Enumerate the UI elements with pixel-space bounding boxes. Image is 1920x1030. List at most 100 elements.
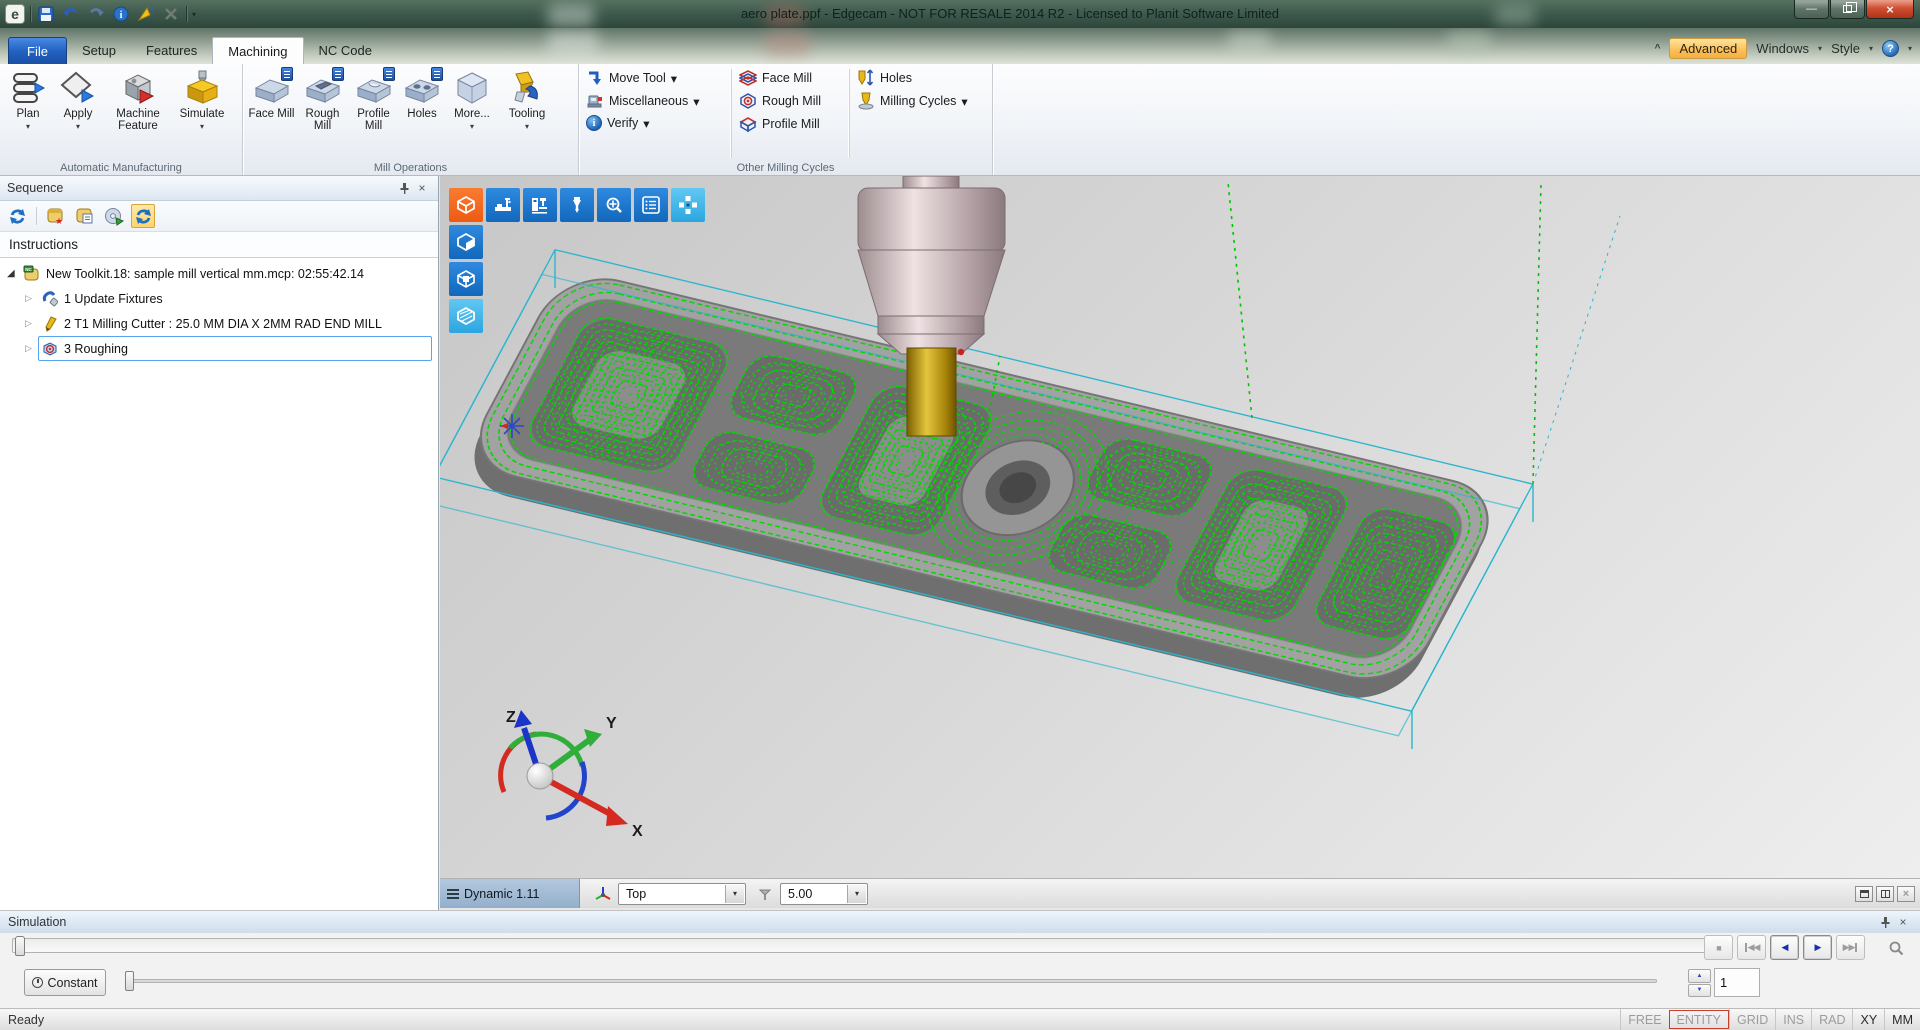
simulate-button[interactable]: Simulate ▾ <box>173 67 231 133</box>
close-panel-icon[interactable]: × <box>413 180 431 196</box>
step-count-field[interactable]: 1 <box>1714 968 1760 997</box>
save-sequence-icon[interactable] <box>102 204 126 228</box>
tooling-dropdown-icon[interactable]: ▾ <box>525 121 529 133</box>
save-icon[interactable] <box>36 4 56 24</box>
chevron-down-icon[interactable]: ▾ <box>725 885 744 903</box>
tab-machining[interactable]: Machining <box>212 37 303 64</box>
move-tool-button[interactable]: Move Tool ▾ <box>586 69 724 87</box>
more-cycles-button[interactable]: More... ▾ <box>445 67 499 133</box>
flag-grid[interactable]: GRID <box>1729 1009 1775 1030</box>
zoom-search-button[interactable] <box>1881 935 1910 960</box>
face-mill-small-button[interactable]: Face Mill <box>739 69 842 87</box>
close-view-button[interactable]: × <box>1897 886 1915 902</box>
viewport-3d-scene[interactable]: Z Y X <box>440 176 1920 878</box>
pin-icon[interactable] <box>395 180 413 196</box>
verify-dropdown-icon[interactable]: ▾ <box>643 116 649 131</box>
regenerate-icon[interactable] <box>5 204 29 228</box>
undo-icon[interactable] <box>61 4 81 24</box>
plan-dropdown-icon[interactable]: ▾ <box>26 121 30 133</box>
restore-button[interactable] <box>1830 0 1865 19</box>
sequence-new-icon[interactable]: ★ <box>44 204 68 228</box>
split-horizontal-button[interactable] <box>1855 886 1873 902</box>
collapse-icon[interactable]: ▷ <box>25 343 35 354</box>
tree-row-update-fixtures[interactable]: ▷ 1 Update Fixtures <box>0 286 438 311</box>
style-menu[interactable]: Style <box>1831 41 1860 56</box>
holes-small-button[interactable]: Holes <box>857 69 980 87</box>
wireframe-view-icon[interactable] <box>449 262 483 296</box>
shaded-view-icon[interactable] <box>449 225 483 259</box>
simulation-progress-slider[interactable] <box>12 938 1724 953</box>
milling-cycles-button[interactable]: Milling Cycles ▾ <box>857 92 980 110</box>
verify-button[interactable]: i Verify ▾ <box>586 115 724 131</box>
split-vertical-button[interactable] <box>1876 886 1894 902</box>
face-mill-button[interactable]: Face Mill <box>246 67 297 120</box>
skip-to-start-button[interactable]: ◀◀ <box>1737 935 1766 960</box>
view-orientation-select[interactable]: Top ▾ <box>618 883 746 905</box>
flag-xy[interactable]: XY <box>1852 1009 1884 1030</box>
profile-mill-small-button[interactable]: Profile Mill <box>739 115 842 133</box>
minimize-button[interactable]: — <box>1794 0 1829 19</box>
flag-mm[interactable]: MM <box>1884 1009 1920 1030</box>
machine-setup-icon[interactable] <box>486 188 520 222</box>
viewport[interactable]: Z Y X <box>440 176 1920 878</box>
flag-free[interactable]: FREE <box>1620 1009 1668 1030</box>
tree-row-milling-cutter[interactable]: ▷ 2 T1 Milling Cutter : 25.0 MM DIA X 2M… <box>0 311 438 336</box>
collapse-icon[interactable]: ▷ <box>25 318 35 329</box>
tooling-button[interactable]: Tooling ▾ <box>499 67 555 133</box>
chevron-down-icon[interactable]: ▾ <box>847 885 866 903</box>
zoom-extents-icon[interactable] <box>597 188 631 222</box>
machine-feature-button[interactable]: Machine Feature <box>103 67 173 132</box>
aero-plate-part[interactable] <box>440 250 1533 736</box>
simulate-dropdown-icon[interactable]: ▾ <box>200 121 204 133</box>
tab-setup[interactable]: Setup <box>67 37 131 64</box>
collapse-ribbon-icon[interactable]: ^ <box>1655 43 1661 54</box>
machine-tool-icon[interactable] <box>523 188 557 222</box>
constant-speed-button[interactable]: Constant <box>24 969 106 996</box>
miscellaneous-button[interactable]: Miscellaneous ▾ <box>586 92 724 110</box>
more-cycles-dropdown-icon[interactable]: ▾ <box>470 121 474 133</box>
auto-update-icon[interactable] <box>131 204 155 228</box>
flag-ins[interactable]: INS <box>1775 1009 1811 1030</box>
step-forward-button[interactable]: ▶ <box>1803 935 1832 960</box>
translucent-view-icon[interactable] <box>449 299 483 333</box>
progress-slider-thumb[interactable] <box>15 936 25 956</box>
stock-view-icon[interactable] <box>449 188 483 222</box>
plan-button[interactable]: Plan ▾ <box>3 67 53 133</box>
windows-dropdown-icon[interactable]: ▾ <box>1818 44 1822 53</box>
qat-customize-dropdown-icon[interactable]: ▾ <box>192 10 196 19</box>
spinner-down-button[interactable]: ▼ <box>1688 984 1711 998</box>
pin-icon[interactable] <box>1876 914 1894 930</box>
tab-features[interactable]: Features <box>131 37 212 64</box>
tab-file[interactable]: File <box>8 37 67 64</box>
tree-row-toolkit[interactable]: ◢ NC New Toolkit.18: sample mill vertica… <box>0 261 438 286</box>
redo-icon[interactable] <box>86 4 106 24</box>
speed-slider-thumb[interactable] <box>125 971 134 991</box>
flag-rad[interactable]: RAD <box>1811 1009 1852 1030</box>
tab-nc-code[interactable]: NC Code <box>304 37 387 64</box>
move-tool-dropdown-icon[interactable]: ▾ <box>671 71 677 86</box>
step-value-select[interactable]: 5.00 ▾ <box>780 883 868 905</box>
apply-button[interactable]: Apply ▾ <box>53 67 103 133</box>
style-dropdown-icon[interactable]: ▾ <box>1869 44 1873 53</box>
delete-icon[interactable] <box>161 4 181 24</box>
flag-entity[interactable]: ENTITY <box>1669 1010 1729 1029</box>
speed-slider[interactable] <box>125 979 1657 983</box>
holes-button[interactable]: Holes <box>399 67 445 120</box>
help-wand-icon[interactable]: ? <box>136 4 156 24</box>
expand-icon[interactable]: ◢ <box>7 268 17 279</box>
sequence-properties-icon[interactable] <box>73 204 97 228</box>
info-icon[interactable]: i <box>111 4 131 24</box>
skip-to-end-button[interactable]: ▶▶ <box>1836 935 1865 960</box>
help-icon[interactable]: ? <box>1882 40 1899 57</box>
close-panel-icon[interactable]: × <box>1894 914 1912 930</box>
help-dropdown-icon[interactable]: ▾ <box>1908 44 1912 53</box>
display-list-icon[interactable] <box>634 188 668 222</box>
tree-row-roughing[interactable]: ▷ 3 Roughing <box>0 336 438 361</box>
miscellaneous-dropdown-icon[interactable]: ▾ <box>693 94 699 109</box>
rough-mill-button[interactable]: Rough Mill <box>297 67 348 132</box>
collapse-icon[interactable]: ▷ <box>25 293 35 304</box>
view-mode-button[interactable]: Dynamic 1.11 <box>440 879 580 908</box>
stop-button[interactable]: ■ <box>1704 935 1733 960</box>
rough-mill-small-button[interactable]: Rough Mill <box>739 92 842 110</box>
close-button[interactable]: × <box>1866 0 1914 19</box>
